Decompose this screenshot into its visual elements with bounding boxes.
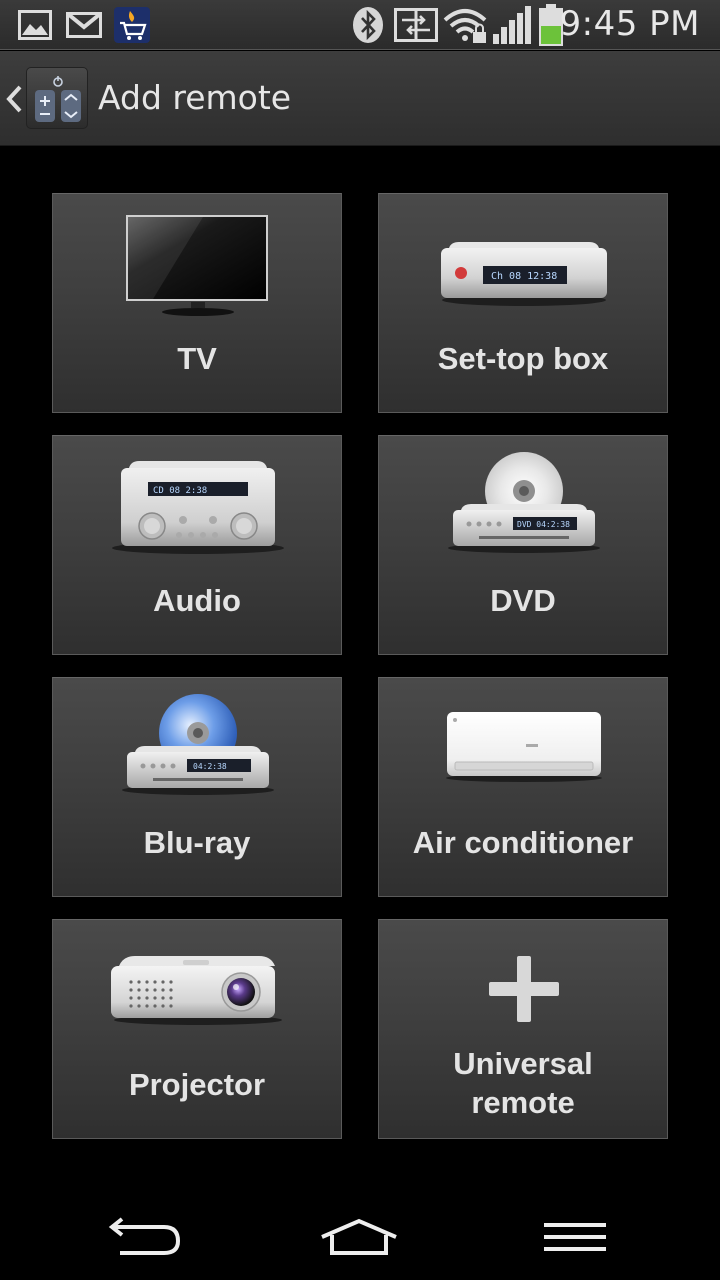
home-icon[interactable]: [314, 1215, 404, 1260]
bluetooth-icon: [353, 7, 383, 43]
projector-icon: [111, 956, 282, 1025]
menu-icon[interactable]: [530, 1215, 620, 1260]
page-title: Add remote: [98, 78, 292, 117]
device-label-dvd: DVD: [490, 583, 556, 618]
device-label-universal-remote-line2: remote: [471, 1085, 575, 1120]
back-icon[interactable]: [100, 1215, 190, 1260]
device-label-air-conditioner: Air conditioner: [412, 825, 634, 860]
device-label-tv: TV: [177, 341, 217, 376]
device-tile-audio[interactable]: CD 08 2:38 Audio: [52, 435, 342, 655]
device-label-audio: Audio: [153, 583, 241, 618]
gallery-notification-icon: [18, 10, 52, 40]
svg-text:Ch 08 12:38: Ch 08 12:38: [491, 271, 557, 282]
device-label-universal-remote-line1: Universal: [453, 1046, 593, 1081]
remote-app-icon[interactable]: [26, 67, 88, 129]
tv-icon: [126, 215, 268, 316]
device-tile-universal-remote[interactable]: Universal remote: [378, 919, 668, 1139]
audio-icon: CD 08 2:38: [112, 461, 284, 554]
device-tile-set-top-box[interactable]: Ch 08 12:38 Set-top box: [378, 193, 668, 413]
chevron-left-icon[interactable]: [4, 84, 24, 114]
blu-ray-icon: 04:2:38: [122, 694, 274, 795]
status-bar: 9:45 PM: [0, 0, 720, 50]
device-tile-blu-ray[interactable]: 04:2:38 Blu-ray: [52, 677, 342, 897]
wifi-locked-icon: [443, 9, 487, 43]
action-bar: Add remote: [0, 51, 720, 146]
shopping-app-icon: [114, 7, 150, 43]
air-conditioner-icon: [446, 712, 602, 782]
device-tile-tv[interactable]: TV: [52, 193, 342, 413]
dvd-icon: DVD 04:2:38: [448, 452, 600, 553]
svg-text:DVD 04:2:38: DVD 04:2:38: [517, 520, 570, 529]
device-label-blu-ray: Blu-ray: [143, 825, 251, 860]
device-tile-projector[interactable]: Projector: [52, 919, 342, 1139]
plus-icon: [489, 956, 559, 1022]
data-sync-icon: [394, 8, 438, 42]
navigation-bar: [0, 1195, 720, 1280]
svg-text:CD 08 2:38: CD 08 2:38: [153, 486, 207, 496]
svg-text:04:2:38: 04:2:38: [193, 762, 227, 771]
device-label-set-top-box: Set-top box: [437, 341, 609, 376]
device-tile-air-conditioner[interactable]: Air conditioner: [378, 677, 668, 897]
set-top-box-icon: Ch 08 12:38: [441, 242, 607, 306]
device-tile-dvd[interactable]: DVD 04:2:38 DVD: [378, 435, 668, 655]
signal-icon: [493, 6, 531, 44]
device-label-projector: Projector: [128, 1067, 266, 1102]
status-time: 9:45 PM: [559, 4, 700, 44]
gmail-icon: [66, 12, 102, 38]
